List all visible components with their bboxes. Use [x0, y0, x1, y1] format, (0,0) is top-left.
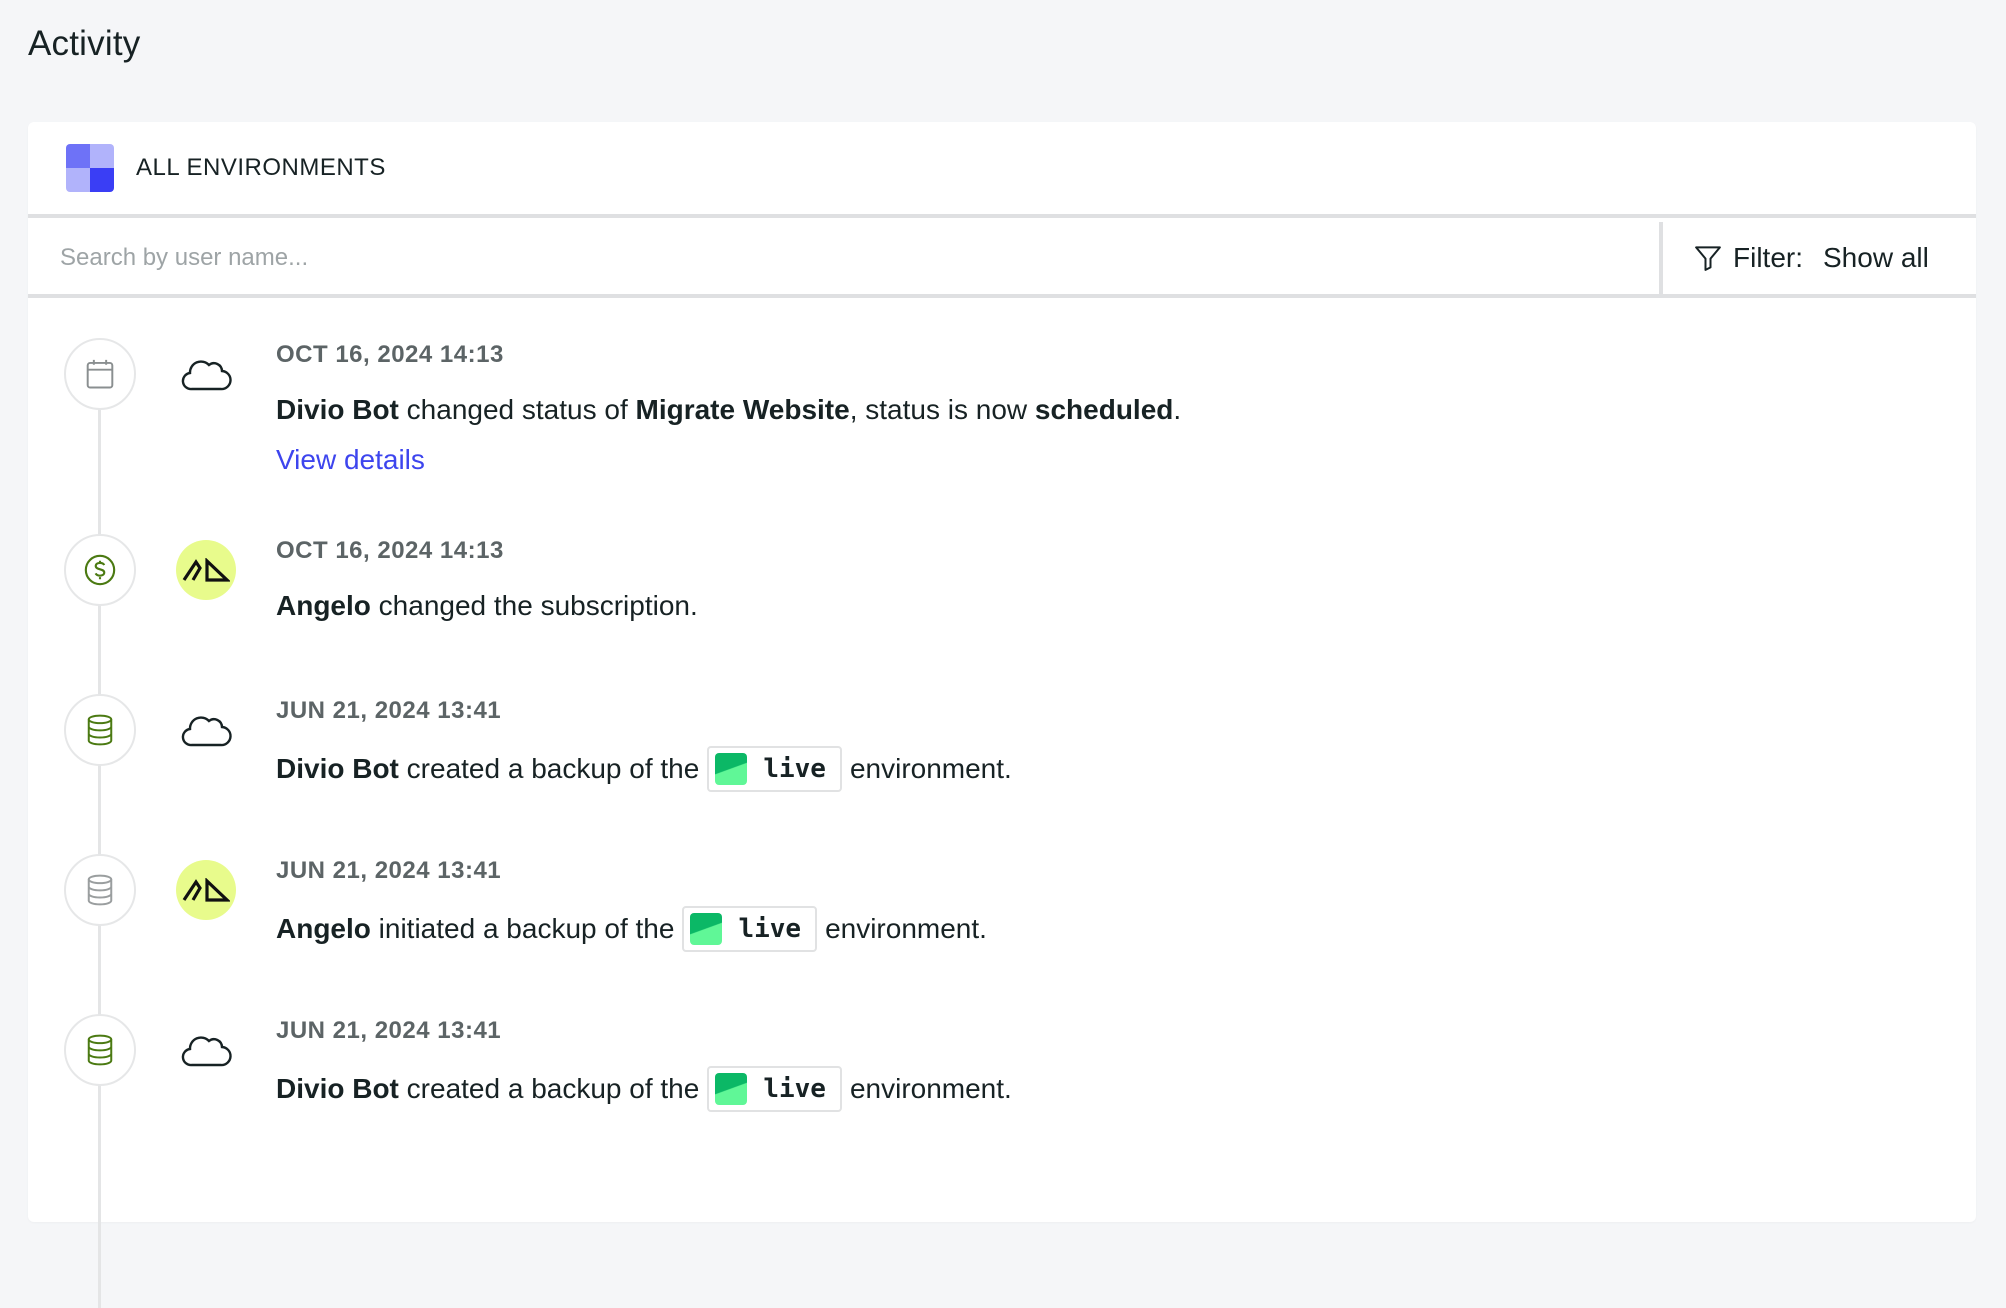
activity-type-badge [64, 338, 136, 410]
activity-message: Angelo initiated a backup of the live envi… [276, 906, 987, 952]
actor-avatar [176, 344, 236, 404]
activity-message: Angelo changed the subscription. [276, 586, 698, 626]
environment-selector[interactable]: ALL ENVIRONMENTS [28, 122, 1976, 218]
actor-avatar [176, 700, 236, 760]
dollar-icon [84, 554, 116, 586]
angelo-avatar-icon [182, 558, 230, 582]
database-icon [87, 1034, 113, 1066]
actor-avatar [176, 1020, 236, 1080]
angelo-avatar-icon [182, 878, 230, 902]
environment-color-icon [715, 753, 748, 785]
actor-avatar-angelo [176, 540, 236, 600]
filter-funnel-icon [1695, 246, 1721, 271]
cloud-icon [181, 1036, 232, 1067]
environment-badge[interactable]: live [682, 906, 818, 952]
filter-value: Show all [1823, 242, 1929, 273]
database-icon [87, 714, 113, 746]
activity-message: Divio Bot created a backup of the live env… [276, 1066, 1012, 1112]
view-details-link[interactable]: View details [276, 440, 425, 480]
activity-date: OCT 16, 2024 14:13 [276, 341, 504, 368]
filter-label: Filter: [1733, 242, 1803, 273]
activity-date: JUN 21, 2024 13:41 [276, 857, 502, 884]
cloud-icon [181, 360, 232, 391]
activity-message: Divio Bot created a backup of the live env… [276, 746, 1012, 792]
search-filter-bar: Filter: Show all [28, 222, 1976, 298]
actor-name: Divio Bot [276, 1073, 399, 1104]
page-title: Activity [28, 24, 141, 63]
environment-badge[interactable]: live [707, 1066, 842, 1112]
environments-grid-icon [66, 144, 114, 192]
environment-badge[interactable]: live [707, 746, 842, 792]
environment-color-icon [690, 913, 723, 945]
status-value: scheduled [1034, 394, 1174, 425]
actor-name: Angelo [276, 913, 371, 944]
filter-dropdown[interactable]: Filter: Show all [1663, 222, 1976, 294]
activity-message: Divio Bot changed status of Migrate Webs… [276, 390, 1181, 430]
actor-avatar-angelo [176, 860, 236, 920]
actor-name: Divio Bot [276, 394, 399, 425]
actor-name: Angelo [276, 590, 371, 621]
activity-date: OCT 16, 2024 14:13 [276, 537, 504, 564]
activity-type-badge [64, 854, 136, 926]
calendar-icon [86, 359, 114, 389]
object-name: Migrate Website [635, 394, 850, 425]
environment-color-icon [715, 1073, 748, 1105]
activity-date: JUN 21, 2024 13:41 [276, 1017, 502, 1044]
actor-name: Divio Bot [276, 753, 399, 784]
activity-type-badge [64, 694, 136, 766]
search-input[interactable] [28, 222, 1659, 294]
activity-date: JUN 21, 2024 13:41 [276, 697, 502, 724]
activity-type-badge [64, 534, 136, 606]
database-icon [87, 874, 113, 906]
cloud-icon [181, 716, 232, 747]
activity-type-badge [64, 1014, 136, 1086]
environment-label: ALL ENVIRONMENTS [136, 154, 386, 181]
activity-card: ALL ENVIRONMENTS Filter: Show all [28, 122, 1976, 1308]
